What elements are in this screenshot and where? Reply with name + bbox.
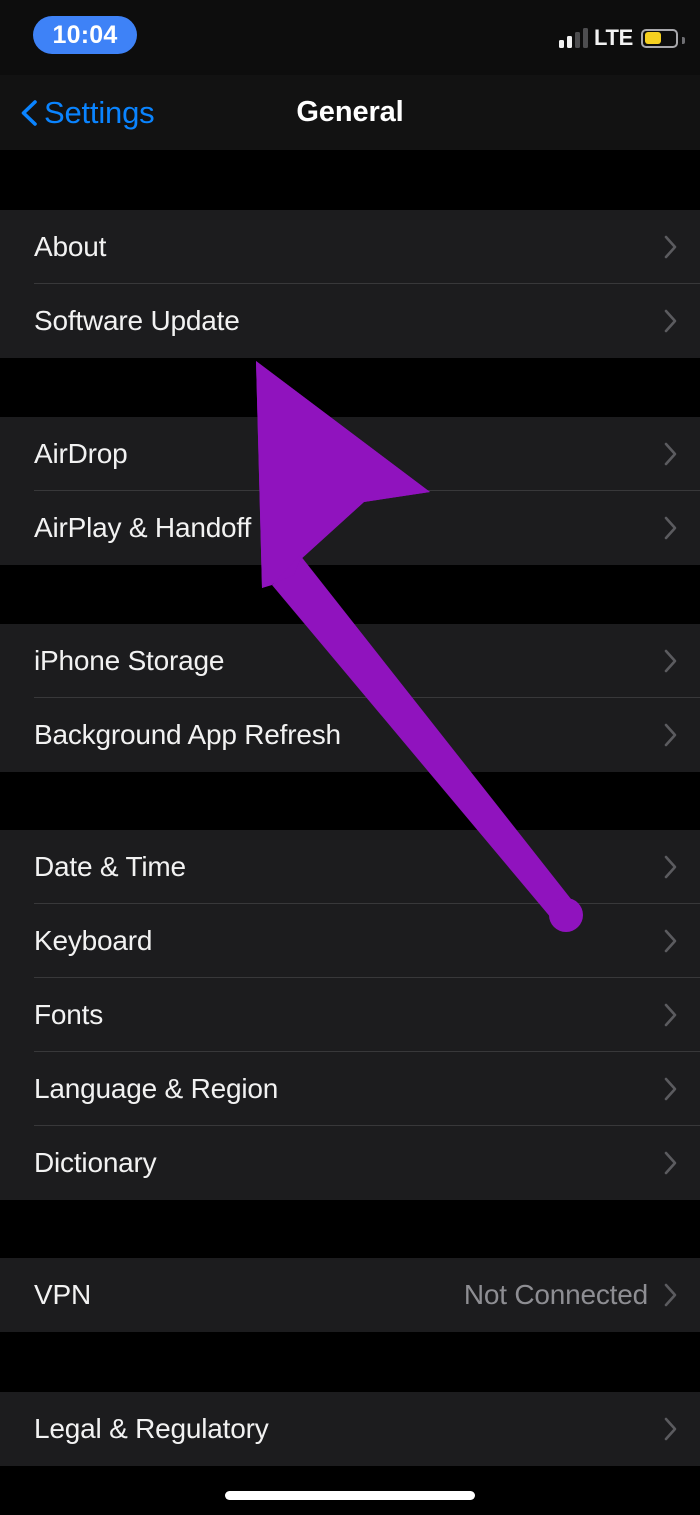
back-button-label: Settings bbox=[44, 94, 155, 130]
section-gap bbox=[0, 772, 700, 830]
chevron-right-icon bbox=[664, 855, 677, 879]
settings-list: About Software Update AirDrop AirPlay & … bbox=[0, 150, 700, 1466]
row-label: AirPlay & Handoff bbox=[34, 512, 252, 543]
section-gap bbox=[0, 1332, 700, 1392]
chevron-right-icon bbox=[664, 309, 677, 333]
settings-group-1: About Software Update bbox=[0, 210, 700, 358]
row-label: Dictionary bbox=[34, 1147, 157, 1178]
status-bar-time-pill: 10:04 bbox=[33, 16, 137, 54]
row-label: AirDrop bbox=[34, 438, 128, 469]
home-indicator[interactable] bbox=[225, 1491, 475, 1500]
row-label: Fonts bbox=[34, 999, 104, 1030]
iphone-screen: 10:04 LTE Settings General About Softwar… bbox=[0, 0, 700, 1515]
row-label: Keyboard bbox=[34, 925, 153, 956]
row-label: Background App Refresh bbox=[34, 719, 341, 750]
row-label: VPN bbox=[34, 1279, 91, 1310]
settings-row-airdrop[interactable]: AirDrop bbox=[0, 417, 700, 491]
back-button[interactable]: Settings bbox=[18, 75, 155, 150]
settings-row-airplay-handoff[interactable]: AirPlay & Handoff bbox=[0, 491, 700, 565]
settings-group-2: AirDrop AirPlay & Handoff bbox=[0, 417, 700, 565]
settings-row-about[interactable]: About bbox=[0, 210, 700, 284]
status-bar-time: 10:04 bbox=[52, 20, 118, 49]
chevron-right-icon bbox=[664, 649, 677, 673]
chevron-left-icon bbox=[21, 99, 37, 126]
section-gap bbox=[0, 565, 700, 624]
chevron-right-icon bbox=[664, 1003, 677, 1027]
chevron-right-icon bbox=[664, 1417, 677, 1441]
settings-row-language-region[interactable]: Language & Region bbox=[0, 1052, 700, 1126]
chevron-right-icon bbox=[664, 929, 677, 953]
section-gap bbox=[0, 150, 700, 210]
chevron-right-icon bbox=[664, 516, 677, 540]
settings-row-keyboard[interactable]: Keyboard bbox=[0, 904, 700, 978]
row-value: Not Connected bbox=[463, 1279, 648, 1310]
settings-row-iphone-storage[interactable]: iPhone Storage bbox=[0, 624, 700, 698]
settings-group-4: Date & Time Keyboard Fonts Language & Re… bbox=[0, 830, 700, 1200]
row-label: Legal & Regulatory bbox=[34, 1413, 269, 1444]
chevron-right-icon bbox=[664, 442, 677, 466]
section-gap bbox=[0, 358, 700, 417]
settings-group-6: Legal & Regulatory bbox=[0, 1392, 700, 1466]
status-bar: 10:04 LTE bbox=[0, 0, 700, 75]
settings-group-3: iPhone Storage Background App Refresh bbox=[0, 624, 700, 772]
settings-group-5: VPN Not Connected bbox=[0, 1258, 700, 1332]
settings-row-dictionary[interactable]: Dictionary bbox=[0, 1126, 700, 1200]
chevron-right-icon bbox=[664, 235, 677, 259]
settings-row-background-app-refresh[interactable]: Background App Refresh bbox=[0, 698, 700, 772]
row-label: Language & Region bbox=[34, 1073, 279, 1104]
chevron-right-icon bbox=[664, 1077, 677, 1101]
row-label: Software Update bbox=[34, 305, 240, 336]
settings-row-software-update[interactable]: Software Update bbox=[0, 284, 700, 358]
settings-row-date-time[interactable]: Date & Time bbox=[0, 830, 700, 904]
row-label: About bbox=[34, 231, 107, 262]
settings-row-legal-regulatory[interactable]: Legal & Regulatory bbox=[0, 1392, 700, 1466]
row-label: Date & Time bbox=[34, 851, 186, 882]
navigation-bar: Settings General bbox=[0, 75, 700, 150]
cellular-technology-label: LTE bbox=[593, 25, 633, 50]
chevron-right-icon bbox=[664, 1283, 677, 1307]
settings-row-fonts[interactable]: Fonts bbox=[0, 978, 700, 1052]
settings-row-vpn[interactable]: VPN Not Connected bbox=[0, 1258, 700, 1332]
status-bar-indicators: LTE bbox=[558, 24, 685, 52]
battery-icon bbox=[641, 28, 685, 48]
chevron-right-icon bbox=[664, 723, 677, 747]
row-label: iPhone Storage bbox=[34, 645, 225, 676]
cellular-signal-icon bbox=[558, 28, 588, 48]
section-gap bbox=[0, 1200, 700, 1258]
chevron-right-icon bbox=[664, 1151, 677, 1175]
